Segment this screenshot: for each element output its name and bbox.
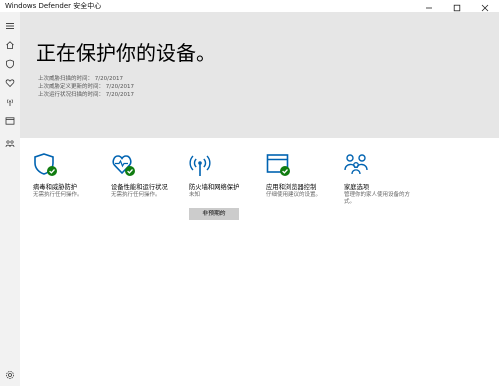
sidebar-item-app[interactable] xyxy=(4,114,16,126)
last-definition-update: 上次威胁定义更新的时间： 7/20/2017 xyxy=(38,84,134,90)
last-threat-scan: 上次威胁扫描的时间： 7/20/2017 xyxy=(38,76,123,82)
tile-firewall[interactable]: 防火墙和网络保护 未知 xyxy=(189,152,267,199)
tile-title: 设备性能和运行状况 xyxy=(111,184,168,191)
tile-device-health[interactable]: 设备性能和运行状况 无需执行任何操作。 xyxy=(111,152,189,199)
tile-status: 管理你的家人使用设备的方式。 xyxy=(344,192,411,205)
maximize-button[interactable] xyxy=(443,0,471,12)
shield-check-icon xyxy=(33,152,59,178)
tile-title: 病毒和威胁防护 xyxy=(33,184,78,191)
status-banner: 正在保护你的设备。 上次威胁扫描的时间： 7/20/2017 上次威胁定义更新的… xyxy=(20,12,499,138)
home-icon xyxy=(5,35,15,54)
sidebar-item-settings[interactable] xyxy=(4,368,16,380)
tile-status: 无需执行任何操作。 xyxy=(33,192,83,198)
family-icon xyxy=(344,152,370,178)
antenna-icon xyxy=(189,152,215,178)
sidebar-item-health[interactable] xyxy=(4,76,16,88)
sidebar-item-home[interactable] xyxy=(4,38,16,50)
sidebar-item-family[interactable] xyxy=(4,137,16,149)
tile-app-browser-control[interactable]: 应用和浏览器控制 仔细使用建议的设置。 xyxy=(266,152,344,199)
heart-check-icon xyxy=(111,152,137,178)
minimize-button[interactable] xyxy=(415,0,443,12)
title-bar: Windows Defender 安全中心 xyxy=(0,0,499,12)
shield-icon xyxy=(5,54,15,73)
page-title: 正在保护你的设备。 xyxy=(36,41,216,65)
tile-title: 家庭选项 xyxy=(344,184,370,191)
gear-icon xyxy=(5,365,15,384)
tile-virus-protection[interactable]: 病毒和威胁防护 无需执行任何操作。 xyxy=(33,152,111,199)
sidebar-item-menu[interactable] xyxy=(4,19,16,31)
firewall-action-button[interactable]: 非预期的 xyxy=(189,208,239,220)
sidebar-item-firewall[interactable] xyxy=(4,95,16,107)
browser-icon xyxy=(5,111,15,130)
heart-icon xyxy=(5,73,15,92)
sidebar xyxy=(0,12,20,386)
window-title: Windows Defender 安全中心 xyxy=(5,2,102,10)
tile-title: 防火墙和网络保护 xyxy=(189,184,240,191)
tile-status: 未知 xyxy=(189,192,201,198)
browser-check-icon xyxy=(266,152,292,178)
tile-title: 应用和浏览器控制 xyxy=(266,184,317,191)
close-button[interactable] xyxy=(471,0,499,12)
tile-family-options[interactable]: 家庭选项 管理你的家人使用设备的方式。 xyxy=(344,152,424,206)
sidebar-item-virus[interactable] xyxy=(4,57,16,69)
tile-status: 仔细使用建议的设置。 xyxy=(266,192,322,198)
family-icon xyxy=(5,134,15,153)
hamburger-icon xyxy=(5,16,15,35)
tile-status: 无需执行任何操作。 xyxy=(111,192,161,198)
antenna-icon xyxy=(5,92,15,111)
last-health-scan: 上次运行状况扫描的时间： 7/20/2017 xyxy=(38,92,134,98)
